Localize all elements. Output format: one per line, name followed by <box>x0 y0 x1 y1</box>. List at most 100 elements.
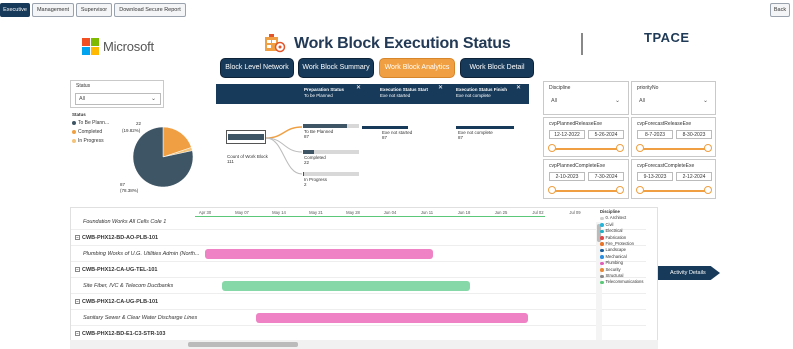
decomp-branch-track[interactable] <box>303 150 359 154</box>
slider-handle-start[interactable] <box>636 186 644 194</box>
decomp-branch-fill <box>303 172 305 176</box>
decomp-branch-track[interactable] <box>303 124 359 128</box>
download-report-button[interactable]: Download Secure Report <box>114 3 186 17</box>
legend-label: Telecommunications <box>605 279 644 285</box>
legend-dot <box>600 255 604 259</box>
gantt-row-text: Foundation Works All Cells Cole 1 <box>83 219 167 225</box>
page-title: Work Block Execution Status <box>294 35 511 52</box>
gantt-row-text: Sanitary Sewer & Clear Water Discharge L… <box>83 315 198 321</box>
forecast-release-end[interactable]: 8-30-2023 <box>676 130 712 139</box>
filter-execution-start: Execution Status Start Exe not started ✕ <box>380 85 443 98</box>
status-legend-title: Status <box>72 112 86 117</box>
discipline-legend-item[interactable]: Telecommunications <box>600 279 658 285</box>
pie-label-completed-pct: (19.82%) <box>122 128 141 133</box>
decomposition-filter-bar: Preparation Status To be Planned ✕ Execu… <box>216 84 529 104</box>
chevron-down-icon: ⌄ <box>614 98 620 104</box>
discipline-value: All <box>551 98 558 104</box>
collapse-icon[interactable]: − <box>75 235 80 241</box>
status-slicer: Status All ⌄ <box>70 80 164 108</box>
decomp-level2-bar[interactable] <box>362 126 408 129</box>
close-icon[interactable]: ✕ <box>356 85 361 92</box>
page-header: Work Block Execution Status <box>264 34 511 54</box>
legend-label: Completed <box>78 129 103 135</box>
legend-item-in-progress: In Progress <box>72 138 104 144</box>
slider-handle-end[interactable] <box>616 144 624 152</box>
discipline-dropdown[interactable]: All ⌄ <box>548 96 624 108</box>
microsoft-logo: Microsoft <box>82 38 154 55</box>
slider-handle-end[interactable] <box>704 144 712 152</box>
gantt-row-text: CWB-PHX12-CA-UG-TEL-101 <box>82 267 158 273</box>
slider-handle-end[interactable] <box>704 186 712 194</box>
collapse-icon[interactable]: − <box>75 331 80 337</box>
tpace-logo: TPACE <box>644 30 690 45</box>
forecast-release-label: cvpForecastReleaseExe <box>637 121 692 127</box>
nav-block-level-network[interactable]: Block Level Network <box>220 58 294 78</box>
status-dropdown-value: All <box>79 96 86 102</box>
tab-management[interactable]: Management <box>32 3 74 17</box>
gantt-row[interactable]: − CWB-PHX12-CA-UG-TEL-101 <box>71 262 646 278</box>
decomp-level3-bar[interactable] <box>456 126 514 129</box>
gantt-row-label: − CWB-PHX12-BD-AO-PLB-101 <box>75 230 158 246</box>
nav-work-block-detail[interactable]: Work Block Detail <box>460 58 534 78</box>
close-icon[interactable]: ✕ <box>438 85 443 92</box>
close-icon[interactable]: ✕ <box>516 85 521 92</box>
tab-executive[interactable]: Executive <box>0 3 30 17</box>
decomp-branch-label: In Progress <box>304 177 328 182</box>
forecast-complete-track <box>640 190 708 192</box>
priority-dropdown[interactable]: All ⌄ <box>636 96 712 108</box>
gantt-row-text: CWB-PHX12-CA-UG-PLB-101 <box>82 299 159 305</box>
nav-work-block-summary[interactable]: Work Block Summary <box>298 58 374 78</box>
planned-release-label: cvpPlannedReleaseExe <box>549 121 603 127</box>
back-button[interactable]: Back <box>770 3 790 17</box>
gantt-bar[interactable] <box>222 281 471 291</box>
gantt-row-text: Site Fiber, IVC & Telecom Ductbanks <box>83 283 174 289</box>
gantt-row-label: − CWB-PHX12-CA-UG-PLB-101 <box>75 294 158 310</box>
decomp-root-bar[interactable] <box>226 130 266 144</box>
collapse-icon[interactable]: − <box>75 299 80 305</box>
filter-preparation-status: Preparation Status To be Planned ✕ <box>304 85 361 98</box>
collapse-icon[interactable]: − <box>75 267 80 273</box>
gantt-row[interactable]: − CWB-PHX12-BD-AO-PLB-101 <box>71 230 646 246</box>
gantt-row-label: Plumbing Works of U.G. Utilities Admin (… <box>83 246 200 262</box>
chevron-down-icon: ⌄ <box>702 98 708 104</box>
gantt-row[interactable]: Site Fiber, IVC & Telecom Ductbanks <box>71 278 646 294</box>
nav-work-block-analytics[interactable]: Work Block Analytics <box>379 58 455 78</box>
forecast-complete-start[interactable]: 9-13-2023 <box>637 172 673 181</box>
planned-release-end[interactable]: 5-26-2024 <box>588 130 624 139</box>
forecast-complete-end[interactable]: 2-12-2024 <box>676 172 712 181</box>
legend-dot <box>600 248 604 253</box>
work-block-icon <box>265 34 286 53</box>
gantt-bar[interactable] <box>256 313 529 323</box>
legend-label: To Be Plann... <box>78 120 110 126</box>
planned-complete-start[interactable]: 2-10-2023 <box>549 172 585 181</box>
gantt-row[interactable]: Sanitary Sewer & Clear Water Discharge L… <box>71 310 646 326</box>
legend-dot <box>600 261 604 266</box>
slider-handle-end[interactable] <box>616 186 624 194</box>
legend-dot <box>600 280 604 285</box>
activity-details-button[interactable]: Activity Details <box>658 266 720 280</box>
tab-supervisor[interactable]: Supervisor <box>76 3 112 17</box>
planned-release-start[interactable]: 12-12-2022 <box>549 130 585 139</box>
forecast-complete-label: cvpForecastCompleteExe <box>637 163 695 169</box>
gantt-row[interactable]: Plumbing Works of U.G. Utilities Admin (… <box>71 246 646 262</box>
planned-complete-slicer: cvpPlannedCompleteExe 2-10-2023 7-30-202… <box>543 159 629 199</box>
status-dropdown[interactable]: All ⌄ <box>75 93 161 105</box>
planned-release-slicer: cvpPlannedReleaseExe 12-12-2022 5-26-202… <box>543 117 629 157</box>
gantt-row-text: Plumbing Works of U.G. Utilities Admin (… <box>83 251 200 257</box>
gantt-row[interactable]: − CWB-PHX12-CA-UG-PLB-101 <box>71 294 646 310</box>
priority-label: priorityNo <box>637 85 659 91</box>
gantt-horizontal-scrollbar[interactable] <box>70 340 658 349</box>
decomp-branch-value: 2 <box>304 182 307 187</box>
decomp-branch-track[interactable] <box>303 172 359 176</box>
discipline-label: Discipline <box>549 85 571 91</box>
planned-complete-end[interactable]: 7-30-2024 <box>588 172 624 181</box>
gantt-row[interactable]: Foundation Works All Cells Cole 1 <box>71 214 646 230</box>
slider-handle-start[interactable] <box>636 144 644 152</box>
scroll-thumb[interactable] <box>188 342 298 347</box>
decomp-level2-value: 87 <box>382 135 388 140</box>
forecast-release-start[interactable]: 8-7-2023 <box>637 130 673 139</box>
slider-handle-start[interactable] <box>548 186 556 194</box>
decomp-level3-label: Exe not complete <box>458 130 493 135</box>
slider-handle-start[interactable] <box>548 144 556 152</box>
gantt-bar[interactable] <box>205 249 433 259</box>
